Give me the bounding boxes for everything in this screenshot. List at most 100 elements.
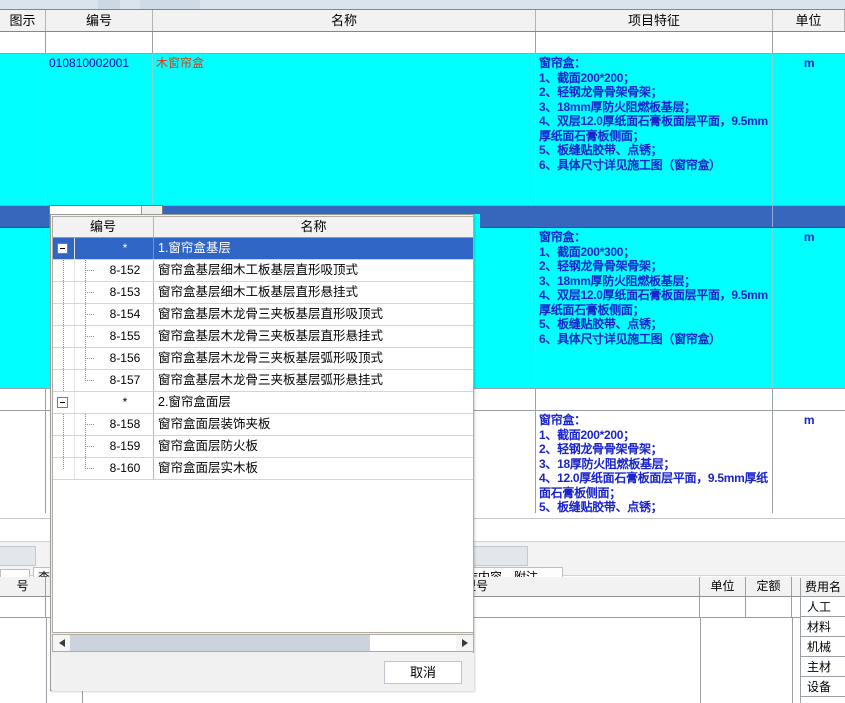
tree-column bbox=[53, 392, 75, 413]
column-header-danwei[interactable]: 单位 bbox=[773, 10, 845, 31]
collapse-icon[interactable] bbox=[57, 243, 68, 254]
column-header-bianhao[interactable]: 编号 bbox=[46, 10, 153, 31]
table-row[interactable]: 010810002001 木窗帘盒 窗帘盒： 1、截面200*200； 2、轻钢… bbox=[0, 54, 845, 206]
tree-line-h bbox=[85, 358, 94, 359]
list-item-code: 8-160 bbox=[97, 458, 154, 479]
top-strip-marker-2 bbox=[140, 0, 200, 9]
indent-column bbox=[75, 260, 97, 281]
tree-column bbox=[53, 436, 75, 457]
list-item[interactable]: 8-158 窗帘盒面层装饰夹板 bbox=[53, 414, 473, 436]
scrollbar-track[interactable] bbox=[70, 635, 456, 651]
column-header-tushi[interactable]: 图示 bbox=[0, 10, 46, 31]
indent-column bbox=[75, 348, 97, 369]
cell-tezheng bbox=[536, 32, 773, 53]
scroll-right-icon[interactable] bbox=[456, 635, 473, 651]
cell-mingcheng bbox=[153, 32, 536, 53]
tree-line bbox=[63, 304, 64, 325]
list-item[interactable]: 8-154 窗帘盒基层木龙骨三夹板基层直形吸顶式 bbox=[53, 304, 473, 326]
tree-column bbox=[53, 238, 75, 259]
list-item-code: 8-155 bbox=[97, 326, 154, 347]
indent-column bbox=[75, 370, 97, 391]
list-item[interactable]: * 2.窗帘盒面层 bbox=[53, 392, 473, 414]
tree-line-h bbox=[85, 380, 94, 381]
tree-line-h bbox=[85, 336, 94, 337]
fee-item-rengong[interactable]: 人工 bbox=[801, 597, 845, 617]
toolbar-slot-1[interactable] bbox=[0, 546, 36, 566]
cell-tezheng: 窗帘盒： 1、截面200*300； 2、轻钢龙骨骨架骨架； 3、18mm厚防火阻… bbox=[536, 228, 773, 388]
toolbar-slot-2[interactable] bbox=[470, 546, 528, 566]
cell-tushi bbox=[0, 389, 46, 410]
list-item[interactable]: 8-155 窗帘盒基层木龙骨三夹板基层直形悬挂式 bbox=[53, 326, 473, 348]
fee-panel: 费用名 人工 材料 机械 主材 设备 bbox=[800, 578, 845, 703]
list-item-name: 窗帘盒面层实木板 bbox=[158, 461, 259, 475]
list-item[interactable]: 8-160 窗帘盒面层实木板 bbox=[53, 458, 473, 480]
tree-line-h bbox=[85, 270, 94, 271]
list-item[interactable]: 8-152 窗帘盒基层细木工板基层直形吸顶式 bbox=[53, 260, 473, 282]
list-item[interactable]: 8-159 窗帘盒面层防火板 bbox=[53, 436, 473, 458]
column-header-mingcheng[interactable]: 名称 bbox=[153, 10, 536, 31]
popup-column-header-mingcheng[interactable]: 名称 bbox=[154, 217, 473, 237]
tree-column bbox=[53, 414, 75, 435]
tree-column bbox=[53, 326, 75, 347]
tree-line bbox=[63, 414, 64, 435]
app-root: 图示 编号 名称 项目特征 单位 010810002001 木窗帘盒 窗帘盒： … bbox=[0, 0, 845, 703]
list-item[interactable]: 8-157 窗帘盒基层木龙骨三夹板基层弧形悬挂式 bbox=[53, 370, 473, 392]
list-item-code: 8-157 bbox=[97, 370, 154, 391]
grid-divider-4 bbox=[792, 618, 793, 703]
column-header-xiangmutezheng[interactable]: 项目特征 bbox=[536, 10, 773, 31]
fee-item-shebei[interactable]: 设备 bbox=[801, 677, 845, 697]
fee-panel-header: 费用名 bbox=[801, 578, 845, 597]
cell-tezheng bbox=[536, 206, 773, 227]
indent-column bbox=[75, 326, 97, 347]
main-grid-header: 图示 编号 名称 项目特征 单位 bbox=[0, 9, 845, 32]
table-row[interactable] bbox=[0, 32, 845, 54]
lower-column-header-dinge[interactable]: 定额 bbox=[746, 577, 792, 596]
list-item-code: 8-153 bbox=[97, 282, 154, 303]
cell-tezheng: 窗帘盒： 1、截面200*200； 2、轻钢龙骨骨架骨架； 3、18厚防火阻燃板… bbox=[536, 411, 773, 513]
tree-column bbox=[53, 282, 75, 303]
scrollbar-thumb[interactable] bbox=[70, 635, 370, 651]
list-item[interactable]: 8-156 窗帘盒基层木龙骨三夹板基层弧形吸顶式 bbox=[53, 348, 473, 370]
list-item[interactable]: * 1.窗帘盒基层 bbox=[53, 238, 473, 260]
tree-line bbox=[63, 260, 64, 281]
grid-divider-1 bbox=[46, 618, 47, 703]
top-strip-marker-1 bbox=[98, 0, 120, 9]
list-item-code: 8-158 bbox=[97, 414, 154, 435]
cell-bianhao bbox=[46, 32, 153, 53]
indent-column bbox=[75, 282, 97, 303]
background-cyan-sliver bbox=[474, 214, 480, 382]
list-item-name: 窗帘盒基层细木工板基层直形悬挂式 bbox=[158, 285, 359, 299]
horizontal-scrollbar[interactable] bbox=[52, 634, 474, 652]
tree-column bbox=[53, 348, 75, 369]
scroll-left-icon[interactable] bbox=[53, 635, 70, 651]
lower-column-header-xinghao[interactable]: 型号 bbox=[460, 577, 700, 596]
collapse-icon[interactable] bbox=[57, 397, 68, 408]
fee-item-zhucai[interactable]: 主材 bbox=[801, 657, 845, 677]
fee-item-cailiao[interactable]: 材料 bbox=[801, 617, 845, 637]
cell-danwei: m bbox=[803, 56, 815, 70]
cell-danwei bbox=[773, 389, 845, 410]
tree-line-h bbox=[85, 424, 94, 425]
lower-column-header-danwei[interactable]: 单位 bbox=[700, 577, 746, 596]
cell-danwei bbox=[773, 32, 845, 53]
list-item-code: * bbox=[97, 392, 154, 413]
cell-tushi bbox=[0, 32, 46, 53]
quota-list-header: 编号 名称 bbox=[53, 217, 473, 238]
indent-column bbox=[75, 414, 97, 435]
indent-column bbox=[75, 392, 97, 413]
cancel-button[interactable]: 取消 bbox=[384, 661, 462, 684]
list-item-name: 窗帘盒基层木龙骨三夹板基层弧形吸顶式 bbox=[158, 351, 384, 365]
tree-line-h bbox=[85, 292, 94, 293]
list-item[interactable]: 8-153 窗帘盒基层细木工板基层直形悬挂式 bbox=[53, 282, 473, 304]
list-item-name: 窗帘盒基层木龙骨三夹板基层直形吸顶式 bbox=[158, 307, 384, 321]
popup-column-header-bianhao[interactable]: 编号 bbox=[53, 217, 154, 237]
list-item-name: 窗帘盒基层木龙骨三夹板基层弧形悬挂式 bbox=[158, 373, 384, 387]
cell-danwei bbox=[773, 206, 845, 227]
list-item-name: 窗帘盒基层细木工板基层直形吸顶式 bbox=[158, 263, 359, 277]
lower-cell-xinghao bbox=[460, 597, 700, 617]
list-item-code: 8-154 bbox=[97, 304, 154, 325]
tree-line bbox=[63, 436, 64, 457]
lower-column-header-hao[interactable]: 号 bbox=[0, 577, 46, 596]
lower-cell-danwei bbox=[700, 597, 746, 617]
fee-item-jixie[interactable]: 机械 bbox=[801, 637, 845, 657]
